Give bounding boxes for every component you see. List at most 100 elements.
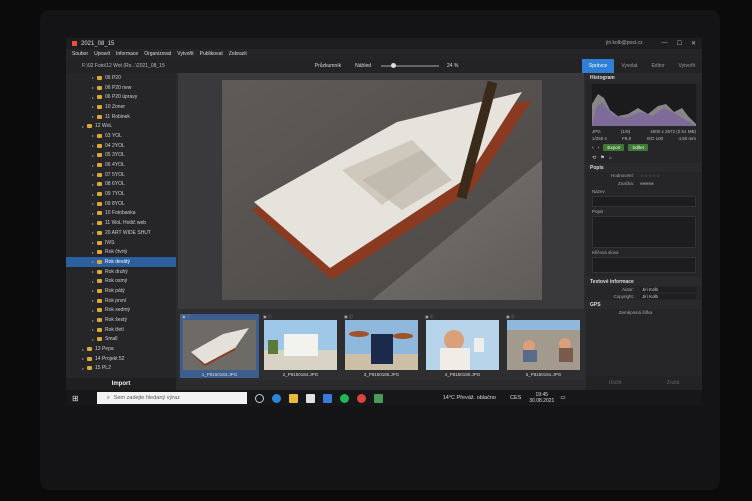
menu-organizovat[interactable]: Organizovat (144, 51, 171, 57)
author-field[interactable]: Jiri Kolb (640, 287, 696, 292)
share-button[interactable]: Sdílet (628, 144, 648, 151)
folder-item[interactable]: ▸ Rok šestý (66, 315, 176, 325)
export-button[interactable]: Export (603, 144, 625, 151)
keywords-field[interactable] (592, 257, 696, 273)
folder-item[interactable]: ▸ 11 Robinek (66, 112, 176, 122)
preview-mode-button[interactable]: Náhled (355, 63, 371, 69)
folder-item[interactable]: ▸ 03 YOL (66, 131, 176, 141)
import-button[interactable]: Import (66, 378, 176, 390)
path-display[interactable]: F:\02 Foto\12 Wot (Ro...\2021_08_15 (82, 63, 165, 69)
folder-item[interactable]: ▸ 06 P20 úpravy (66, 92, 176, 102)
menu-zobrazit[interactable]: Zobrazit (229, 51, 247, 57)
back-icon[interactable]: ‹ (592, 145, 594, 151)
description-header[interactable]: Popis (586, 163, 702, 172)
folder-item[interactable]: ▸ 15 PL2 (66, 364, 176, 374)
folder-item[interactable]: ▸ IWS (66, 238, 176, 248)
menu-upravit[interactable]: Upravit (94, 51, 110, 57)
folder-item[interactable]: ▸ 12 WoL (66, 121, 176, 131)
folder-item[interactable]: ▸ 06 P20 new (66, 83, 176, 93)
main-photo[interactable] (222, 80, 542, 300)
thumbnail[interactable]: ▣ ⓘ 3_P8150185.JPG (342, 314, 421, 378)
folder-item[interactable]: ▸ Rok druhý (66, 267, 176, 277)
folder-item[interactable]: ▸ 09 7YOL (66, 189, 176, 199)
text-info-header[interactable]: Textové informace (586, 277, 702, 286)
folder-item[interactable]: ▸ Rok osmý (66, 276, 176, 286)
folder-item[interactable]: ▸ 08 6YOL (66, 180, 176, 190)
save-button[interactable]: Uložit (609, 380, 622, 386)
maximize-icon[interactable]: ☐ (677, 40, 682, 47)
thumbnail[interactable]: ▣ ⓘ 4_P8150190.JPG (423, 314, 502, 378)
folder-label: Rok sedmý (105, 307, 131, 314)
folder-item[interactable]: ▸ 07 5YOL (66, 170, 176, 180)
folder-item[interactable]: ▸ 09 8YOL (66, 199, 176, 209)
folder-item[interactable]: ▸ Rok první (66, 296, 176, 306)
menu-soubor[interactable]: Soubor (72, 51, 88, 57)
spotify-icon[interactable] (339, 393, 349, 403)
folder-item[interactable]: ▸ 06 P20 (66, 73, 176, 83)
zoom-slider[interactable] (381, 63, 440, 68)
notification-icon[interactable]: ▭ (560, 395, 565, 401)
thumbnail-caption: 1_P8150183.JPG (201, 372, 238, 377)
folder-item[interactable]: ▸ Small (66, 335, 176, 345)
histogram-header[interactable]: Histogram (586, 73, 702, 82)
folder-label: 06 P20 new (105, 84, 132, 91)
tag-icon[interactable]: ⌂ (609, 155, 612, 161)
folder-item[interactable]: ▸ Rok sedmý (66, 306, 176, 316)
thumbnail[interactable]: ▣ ⓘ 2_P8150184.JPG (261, 314, 340, 378)
weather-widget[interactable]: 14°C Převáž. oblačno (443, 395, 496, 401)
close-icon[interactable]: ✕ (691, 40, 696, 47)
folder-item[interactable]: ▸ 20 ART WIDE SHUT (66, 228, 176, 238)
folder-icon (97, 163, 102, 168)
store-icon[interactable] (305, 393, 315, 403)
zoner-icon[interactable] (373, 393, 383, 403)
menu-publikovat[interactable]: Publikovat (200, 51, 223, 57)
cancel-button[interactable]: Zrušit (667, 380, 680, 386)
folder-item[interactable]: ▸ Rok pátý (66, 286, 176, 296)
explorer-icon[interactable] (288, 393, 298, 403)
folder-item[interactable]: ▸ 10 Zoner (66, 102, 176, 112)
gps-header[interactable]: GPS (586, 300, 702, 309)
edge-icon[interactable] (271, 393, 281, 403)
copyright-field[interactable]: Jiri Kolb (640, 294, 696, 299)
language-indicator[interactable]: CES (510, 395, 521, 401)
user-account[interactable]: jiri.kolb@post.cz (606, 40, 642, 47)
folder-item[interactable]: ▸ 11 WoL Hotlič web (66, 218, 176, 228)
folder-item[interactable]: ▸ 05 3YOL (66, 151, 176, 161)
menu-vytvorit[interactable]: Vytvořit (177, 51, 193, 57)
color-labels[interactable]: ■■■■■ (640, 181, 654, 186)
thumbnail[interactable]: ▣ ⓘ 1_P8150183.JPG (180, 314, 259, 378)
folder-item[interactable]: ▸ 06 4YOL (66, 160, 176, 170)
forward-icon[interactable]: › (598, 145, 600, 151)
folder-item[interactable]: ▸ Rok třetí (66, 325, 176, 335)
folder-label: Rok třetí (105, 326, 124, 333)
browser-mode-button[interactable]: Průzkumník (315, 63, 341, 69)
menu-informace[interactable]: Informace (116, 51, 138, 57)
minimize-icon[interactable]: — (662, 40, 668, 47)
folder-item[interactable]: ▸ 04 2YOL (66, 141, 176, 151)
tab-vyvolat[interactable]: Vyvolat (614, 59, 644, 73)
folder-label: 11 Robinek (105, 113, 130, 120)
tab-vytvorit[interactable]: Vytvořit (672, 59, 702, 73)
windows-start-icon[interactable]: ⊞ (72, 394, 79, 403)
tab-spravce[interactable]: Správce (581, 59, 615, 73)
zoom-slider-knob[interactable] (391, 63, 397, 68)
thumbnail[interactable]: ▣ ⓘ 5_P8150191.JPG (504, 314, 583, 378)
folder-item[interactable]: ▸ Rok devátý (66, 257, 176, 267)
folder-label: 04 2YOL (105, 142, 125, 149)
taskbar-search[interactable]: ⌕ Sem zadejte hledaný výraz (96, 392, 247, 404)
task-view-icon[interactable] (254, 393, 264, 403)
tab-editor[interactable]: Editor (644, 59, 671, 73)
name-field[interactable] (592, 196, 696, 207)
mail-icon[interactable] (322, 393, 332, 403)
folder-item[interactable]: ▸ Rok čtvrtý (66, 247, 176, 257)
folder-item[interactable]: ▸ 14 Projekt 52 (66, 354, 176, 364)
chrome-icon[interactable] (356, 393, 366, 403)
folder-item[interactable]: ▸ 10 Fotobanka (66, 209, 176, 219)
flag-icon[interactable]: ⚑ (600, 155, 604, 161)
rating-stars[interactable]: ☆☆☆☆☆ (640, 173, 660, 179)
folder-item[interactable]: ▸ 13 Pepa (66, 344, 176, 354)
rotate-icon[interactable]: ⟲ (592, 155, 596, 161)
description-field[interactable] (592, 216, 696, 248)
thumbnail-caption: 4_P8150190.JPG (444, 372, 481, 377)
clock[interactable]: 19:45 30.08.2021 (529, 392, 554, 404)
